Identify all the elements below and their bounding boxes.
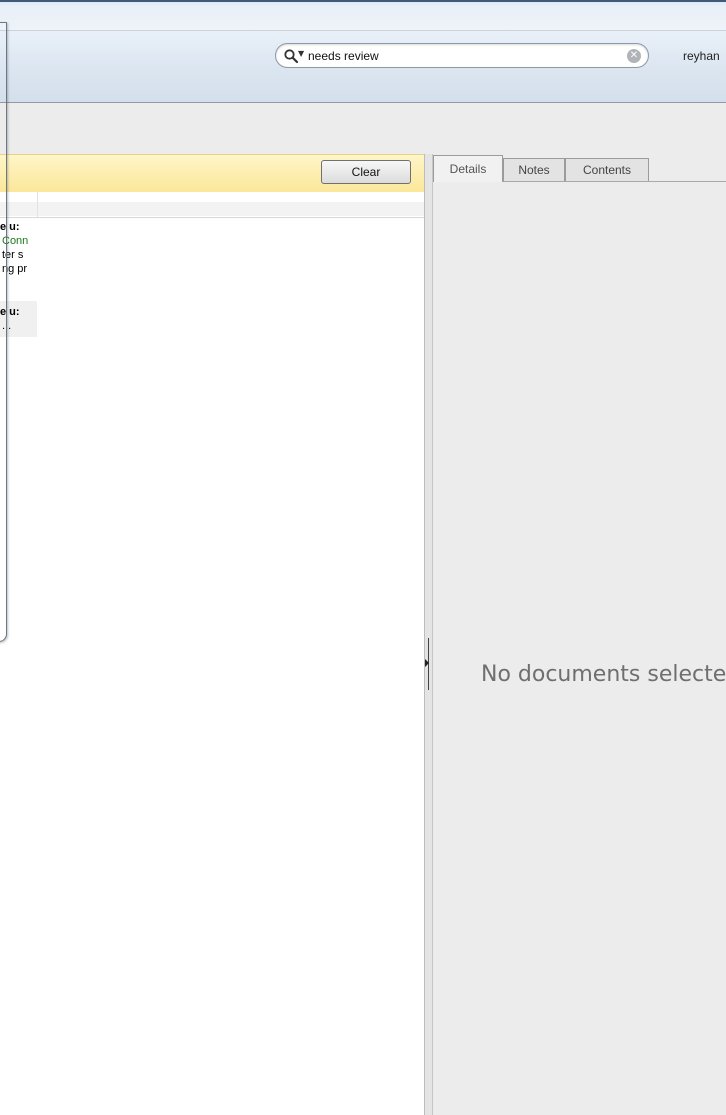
window-title-bar	[0, 0, 726, 31]
window-frame-edge	[0, 0, 726, 2]
filter-bar: Clear	[0, 154, 424, 193]
clear-search-icon[interactable]: ✕	[627, 49, 641, 63]
clear-filter-button[interactable]: Clear	[321, 160, 411, 184]
tab-notes[interactable]: Notes	[503, 158, 565, 181]
floating-panel-edge	[0, 22, 7, 642]
details-pane: Details Notes Contents No documents sele…	[433, 154, 726, 1115]
search-input[interactable]	[308, 47, 608, 64]
tab-contents[interactable]: Contents	[565, 158, 649, 181]
pane-splitter[interactable]	[424, 154, 433, 1115]
list-column-header	[0, 192, 424, 218]
document-list-pane: Clear e u: Conn ter s ng pr e u: ...	[0, 154, 424, 1115]
search-icon[interactable]	[283, 48, 299, 64]
header-stripe	[0, 202, 424, 216]
user-name-label[interactable]: reyhan	[683, 49, 720, 63]
collapse-arrow-icon[interactable]	[425, 659, 429, 667]
tab-details[interactable]: Details	[433, 155, 503, 182]
details-tab-bar: Details Notes Contents	[433, 154, 726, 182]
empty-state-message: No documents selecte	[481, 662, 726, 687]
search-field[interactable]: ▼ ✕	[275, 43, 649, 68]
search-options-dropdown-icon[interactable]: ▼	[298, 49, 304, 58]
